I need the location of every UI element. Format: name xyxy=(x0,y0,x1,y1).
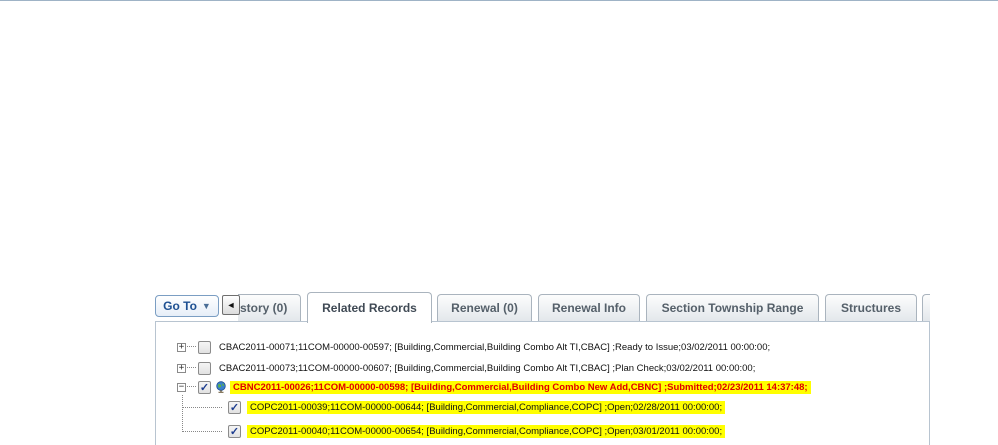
related-records-panel: + CBAC2011-00071;11COM-00000-00597; [Bui… xyxy=(155,321,930,445)
globe-icon xyxy=(216,381,226,393)
row-checkbox[interactable]: ✓ xyxy=(228,400,241,414)
expand-icon[interactable]: + xyxy=(177,363,186,373)
record-text: CBAC2011-00071;11COM-00000-00597; [Build… xyxy=(219,341,771,353)
tab-section-township-range[interactable]: Section Township Range xyxy=(646,294,819,321)
tree-row-child[interactable]: ✓ COPC2011-00040;11COM-00000-00654; [Bui… xyxy=(228,422,726,440)
tab-scroll-left-button[interactable]: ◄ xyxy=(222,295,240,315)
tab-next-partial[interactable] xyxy=(922,294,930,321)
tree-connector-branch xyxy=(182,407,222,408)
record-text: COPC2011-00039;11COM-00000-00644; [Build… xyxy=(247,400,726,414)
tab-renewal-info-label: Renewal Info xyxy=(551,301,626,315)
window-top-border xyxy=(0,0,998,1)
tree-connector xyxy=(187,346,196,348)
tab-structures[interactable]: Structures xyxy=(825,294,917,321)
tab-related-records[interactable]: Related Records xyxy=(307,292,432,323)
tree-connector xyxy=(187,386,196,388)
tree-connector xyxy=(187,367,196,369)
tab-bar: Go To ▼ story (0) ◄ Related Records Rene… xyxy=(155,292,930,323)
tab-history-label: story (0) xyxy=(240,301,288,315)
tree-row-current[interactable]: − ✓ CBNC2011-00026;11COM-00000-00598; [B… xyxy=(177,378,811,396)
tab-history[interactable]: story (0) xyxy=(238,294,301,321)
tree-connector-branch xyxy=(182,431,222,432)
goto-label: Go To xyxy=(163,299,197,313)
record-text: CBAC2011-00073;11COM-00000-00607; [Build… xyxy=(219,362,756,374)
tab-structures-label: Structures xyxy=(840,301,902,315)
collapse-icon[interactable]: − xyxy=(177,382,186,392)
tab-section-township-range-label: Section Township Range xyxy=(661,301,804,315)
arrow-left-icon: ◄ xyxy=(226,300,236,310)
tab-renewal-info[interactable]: Renewal Info xyxy=(538,294,640,321)
current-record-text: CBNC2011-00026;11COM-00000-00598; [Build… xyxy=(230,380,811,394)
tab-renewal[interactable]: Renewal (0) xyxy=(437,294,532,321)
goto-dropdown[interactable]: Go To ▼ xyxy=(155,295,219,317)
row-checkbox[interactable] xyxy=(198,340,211,354)
row-checkbox[interactable] xyxy=(198,361,211,375)
row-checkbox[interactable]: ✓ xyxy=(228,424,241,438)
expand-icon[interactable]: + xyxy=(177,342,186,352)
tree-row[interactable]: + CBAC2011-00073;11COM-00000-00607; [Bui… xyxy=(177,359,755,377)
tab-related-records-label: Related Records xyxy=(322,301,417,315)
chevron-down-icon: ▼ xyxy=(201,301,211,311)
tree-row[interactable]: + CBAC2011-00071;11COM-00000-00597; [Bui… xyxy=(177,338,770,356)
record-text: COPC2011-00040;11COM-00000-00654; [Build… xyxy=(247,424,726,438)
tree-row-child[interactable]: ✓ COPC2011-00039;11COM-00000-00644; [Bui… xyxy=(228,398,726,416)
tree-connector-vertical xyxy=(182,395,183,432)
row-checkbox[interactable]: ✓ xyxy=(198,380,211,394)
tab-renewal-label: Renewal (0) xyxy=(451,301,518,315)
